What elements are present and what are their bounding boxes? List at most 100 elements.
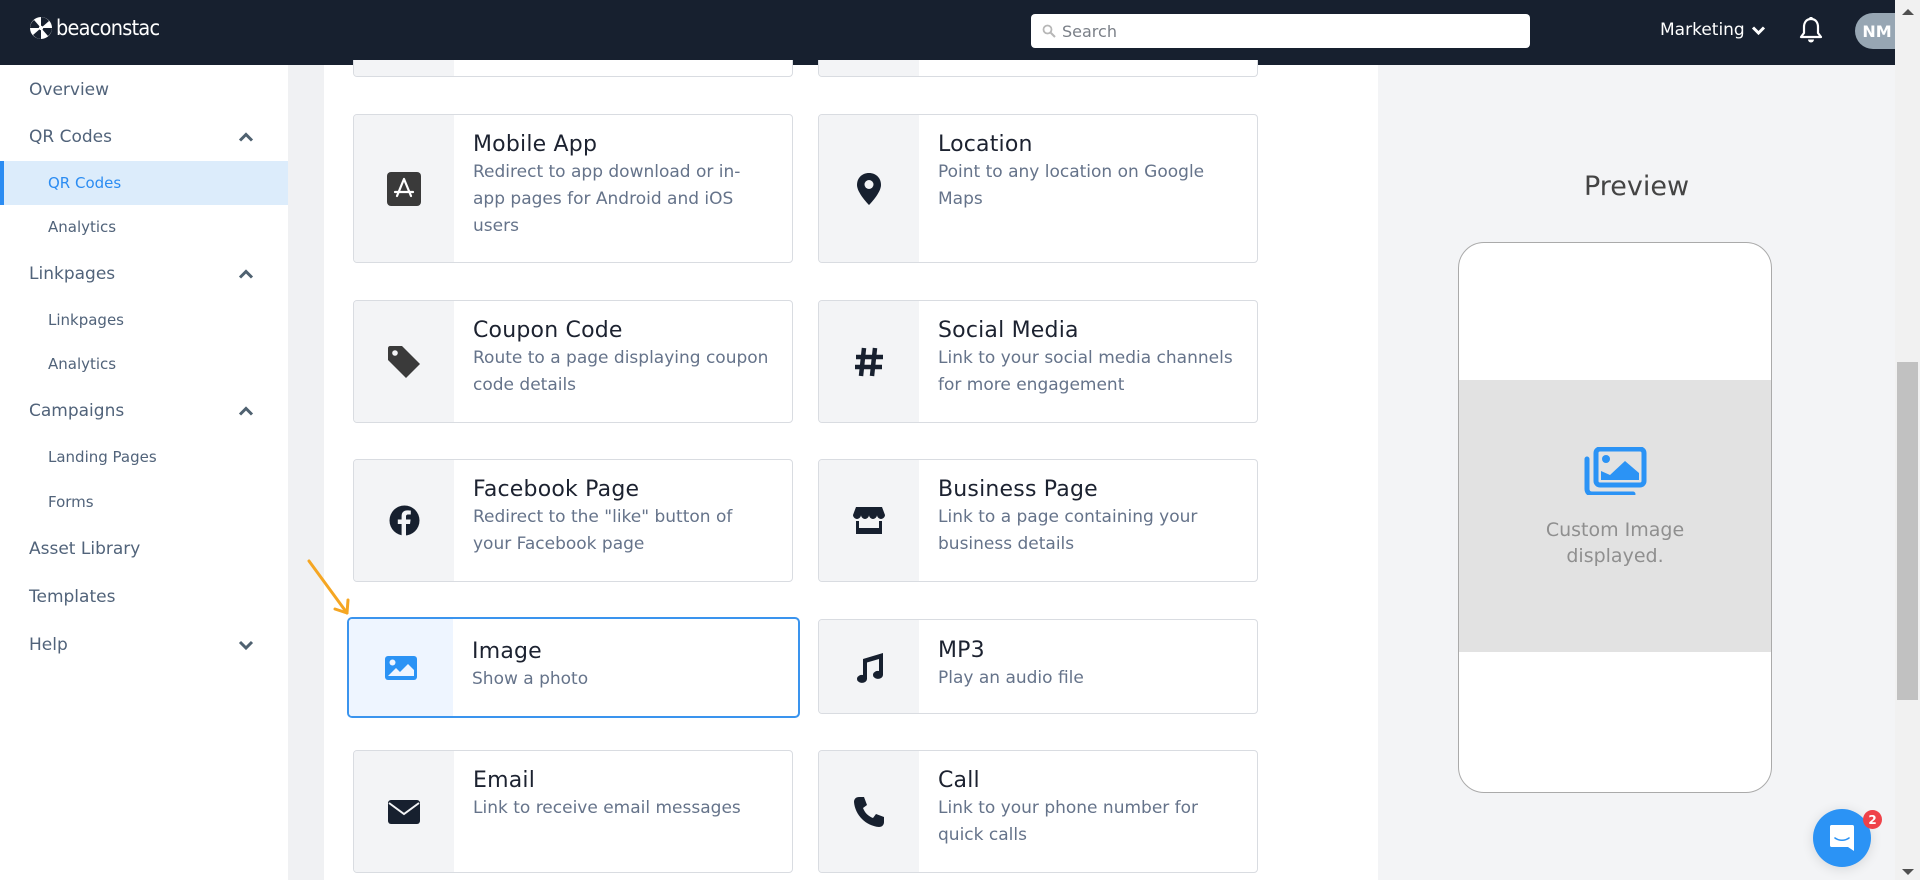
organization-dropdown[interactable]: Marketing: [1660, 20, 1766, 40]
qr-type-card-facebook-page[interactable]: Facebook Page Redirect to the "like" but…: [353, 459, 793, 582]
card-title: Mobile App: [473, 132, 598, 157]
qr-type-card-social-media[interactable]: Social Media Link to your social media c…: [818, 300, 1258, 423]
qr-type-card-mp3[interactable]: MP3 Play an audio file: [818, 619, 1258, 714]
card-title: Location: [938, 132, 1033, 157]
app-store-icon: [387, 171, 421, 206]
image-icon: [385, 655, 417, 680]
card-description: Redirect to the "like" button of your Fa…: [473, 507, 733, 554]
sidebar-item-label: Help: [29, 635, 68, 655]
card-description: Link to your phone number for quick call…: [938, 798, 1199, 845]
card-title: Image: [472, 639, 542, 664]
card-title: Social Media: [938, 318, 1079, 343]
sidebar-item-linkpages[interactable]: Linkpages: [0, 298, 288, 342]
images-icon: [1584, 447, 1647, 495]
card-description: Point to any location on Google Maps: [938, 162, 1205, 209]
phone-mockup: Custom Image displayed.: [1458, 242, 1772, 793]
sidebar-group-qr-codes[interactable]: QR Codes: [0, 115, 288, 159]
preview-panel: Preview Custom Image displayed.: [1378, 65, 1895, 880]
user-avatar[interactable]: NM: [1855, 13, 1897, 49]
chevron-down-icon[interactable]: [238, 639, 254, 651]
card-icon-panel: [819, 60, 919, 76]
card-icon-panel: [819, 301, 919, 422]
chevron-up-icon[interactable]: [238, 131, 254, 143]
app-root: beaconstac Marketing NM Overview: [0, 0, 1920, 880]
sidebar-item-label: Forms: [48, 493, 94, 511]
brand-logo[interactable]: beaconstac: [29, 16, 168, 40]
sidebar-item-qr-analytics[interactable]: Analytics: [0, 205, 288, 249]
sidebar-item-landing-pages[interactable]: Landing Pages: [0, 435, 288, 479]
qr-type-card-image[interactable]: Image Show a photo: [347, 617, 800, 718]
avatar-initials: NM: [1862, 21, 1892, 41]
sidebar-gutter: [288, 65, 324, 880]
sidebar-item-label: Linkpages: [29, 264, 116, 284]
top-header: beaconstac Marketing NM: [0, 0, 1897, 65]
card-description: Link to receive email messages: [473, 798, 741, 818]
card-icon-panel: [354, 301, 454, 422]
card-title: Coupon Code: [473, 318, 623, 343]
qr-type-card-business-page[interactable]: Business Page Link to a page containing …: [818, 459, 1258, 582]
card-title: Business Page: [938, 477, 1098, 502]
sidebar-item-label: Analytics: [48, 218, 117, 236]
sidebar-item-label: Overview: [29, 80, 110, 100]
card-title: MP3: [938, 638, 985, 663]
sidebar-item-label: Templates: [29, 587, 116, 607]
sidebar-item-label: Asset Library: [29, 539, 141, 559]
card-icon-panel: [354, 460, 454, 581]
sidebar-item-label: Analytics: [48, 355, 117, 373]
card-icon-panel: [354, 751, 454, 872]
scroll-down-arrow-icon[interactable]: [1902, 869, 1914, 875]
qr-type-card-coupon-code[interactable]: Coupon Code Route to a page displaying c…: [353, 300, 793, 423]
sidebar-item-overview[interactable]: Overview: [0, 68, 288, 112]
sidebar-item-qr-codes[interactable]: QR Codes: [0, 161, 288, 205]
sidebar-group-campaigns[interactable]: Campaigns: [0, 389, 288, 433]
page-scrollbar[interactable]: [1895, 0, 1920, 880]
preview-image-placeholder: Custom Image displayed.: [1459, 380, 1771, 652]
search-box[interactable]: [1031, 14, 1530, 48]
card-icon-panel: [349, 619, 453, 716]
qr-type-card-mobile-app[interactable]: Mobile App Redirect to app download or i…: [353, 114, 793, 263]
chat-bubble-icon: [1830, 825, 1854, 851]
qr-type-card-location[interactable]: Location Point to any location on Google…: [818, 114, 1258, 263]
sidebar-item-asset-library[interactable]: Asset Library: [0, 527, 288, 571]
chevron-up-icon[interactable]: [238, 405, 254, 417]
preview-title: Preview: [1583, 171, 1690, 202]
preview-caption-line1: Custom Image: [1545, 519, 1685, 541]
phone-icon: [854, 796, 884, 827]
music-note-icon: [857, 652, 883, 683]
card-description: Link to your social media channels for m…: [938, 348, 1233, 395]
chat-unread-badge: 2: [1863, 810, 1882, 829]
sidebar-group-help[interactable]: Help: [0, 623, 288, 667]
notification-bell-icon[interactable]: [1798, 16, 1824, 44]
sidebar-item-label: QR Codes: [48, 174, 122, 192]
sidebar-item-label: QR Codes: [29, 127, 112, 147]
sidebar-group-linkpages[interactable]: Linkpages: [0, 252, 288, 296]
card-description: Redirect to app download or in-app pages…: [473, 162, 741, 236]
search-icon: [1042, 24, 1056, 38]
sidebar-item-forms[interactable]: Forms: [0, 480, 288, 524]
card-description: Play an audio file: [938, 668, 1084, 688]
envelope-icon: [388, 799, 420, 824]
card-description: Show a photo: [472, 669, 589, 689]
card-title: Call: [938, 768, 980, 793]
card-icon-panel: [819, 620, 919, 713]
scroll-up-arrow-icon[interactable]: [1902, 9, 1914, 15]
sidebar-item-templates[interactable]: Templates: [0, 575, 288, 619]
chevron-up-icon[interactable]: [238, 268, 254, 280]
facebook-icon: [389, 505, 419, 536]
card-title: Email: [473, 768, 536, 793]
brand-name: beaconstac: [56, 16, 160, 40]
search-input[interactable]: [1062, 21, 1502, 41]
sidebar-item-linkpages-analytics[interactable]: Analytics: [0, 342, 288, 386]
card-description: Link to a page containing your business …: [938, 507, 1198, 554]
sidebar-item-label: Campaigns: [29, 401, 125, 421]
hashtag-icon: [855, 347, 883, 376]
store-icon: [853, 506, 885, 534]
qr-type-card-call[interactable]: Call Link to your phone number for quick…: [818, 750, 1258, 873]
tag-icon: [388, 345, 420, 378]
scrollbar-thumb[interactable]: [1897, 362, 1918, 700]
map-pin-icon: [857, 172, 881, 205]
card-description: Route to a page displaying coupon code d…: [473, 348, 769, 395]
qr-type-card-email[interactable]: Email Link to receive email messages: [353, 750, 793, 873]
qr-type-card-partial[interactable]: [353, 60, 793, 77]
qr-type-card-partial[interactable]: [818, 60, 1258, 77]
